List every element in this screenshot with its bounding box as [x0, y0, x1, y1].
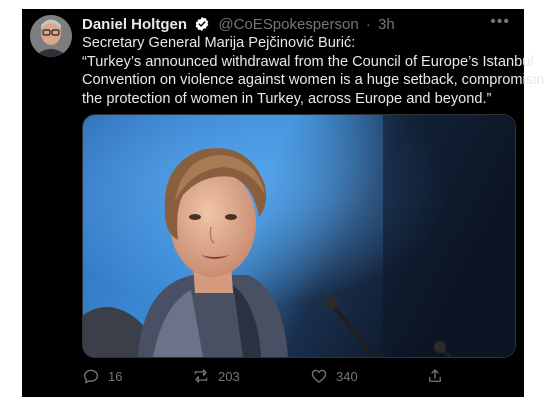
reply-button[interactable]: 16	[82, 366, 122, 386]
separator-dot: ·	[365, 16, 371, 33]
like-button[interactable]: 340	[310, 366, 358, 386]
share-button[interactable]	[426, 366, 452, 386]
author-name[interactable]: Daniel Holtgen	[82, 16, 187, 33]
tweet-text-line: Secretary General Marija Pejčinović Buri…	[82, 35, 356, 51]
reply-icon	[83, 369, 99, 384]
verified-badge-icon	[195, 17, 209, 31]
reply-count: 16	[108, 368, 123, 384]
timestamp[interactable]: 3h	[378, 16, 395, 33]
retweet-icon	[194, 369, 208, 383]
tweet-text-line: “Turkey’s announced withdrawal from the …	[82, 53, 534, 70]
share-icon	[429, 369, 441, 382]
author-handle[interactable]: @CoESpokesperson	[218, 16, 358, 33]
tweet-photo[interactable]	[82, 114, 516, 358]
tweet-text-line: Convention on violence against women is …	[82, 72, 545, 88]
retweet-button[interactable]: 203	[192, 366, 240, 386]
more-dots-icon[interactable]: •••	[490, 12, 510, 32]
tweet-text: Secretary General Marija Pejčinović Buri…	[82, 34, 545, 108]
avatar[interactable]	[30, 15, 72, 57]
tweet-actions: 16 203 340	[82, 366, 462, 386]
like-count: 340	[336, 368, 358, 384]
retweet-count: 203	[218, 368, 240, 384]
tweet-header: Daniel Holtgen @CoESpokesperson · 3h •••	[82, 12, 510, 35]
heart-icon	[311, 369, 327, 383]
tweet-text-line: the protection of women in Turkey, acros…	[82, 90, 492, 107]
tweet-card[interactable]: Daniel Holtgen @CoESpokesperson · 3h •••…	[22, 9, 545, 397]
